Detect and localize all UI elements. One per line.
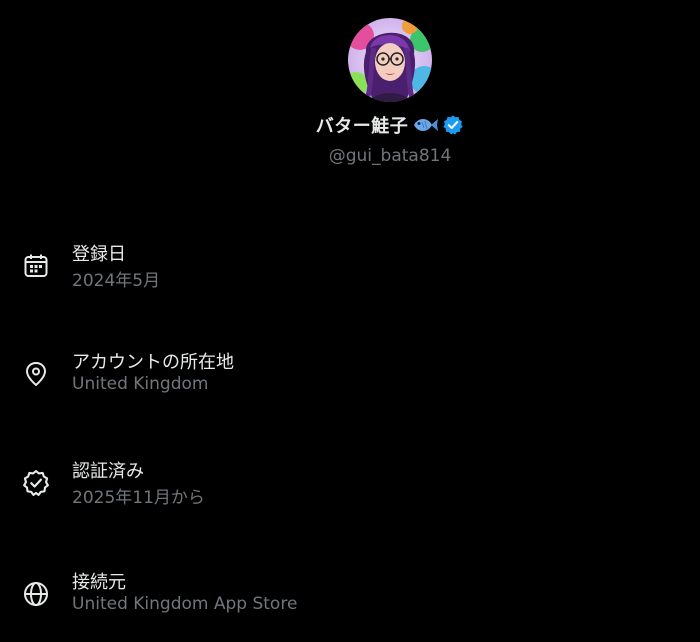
info-value-joined: 2024年5月 (72, 271, 161, 291)
info-value-verified: 2025年11月から (72, 488, 205, 508)
display-name: バター鮭子 (315, 116, 409, 137)
info-value-connected-via: United Kingdom App Store (72, 594, 298, 614)
info-row-connected-via: 接続元 United Kingdom App Store (0, 572, 700, 636)
fish-icon (412, 115, 439, 135)
info-title-joined: 登録日 (72, 244, 126, 265)
info-title-location: アカウントの所在地 (72, 352, 234, 373)
display-name-row: バター鮭子 (0, 112, 700, 138)
account-about-page: バター鮭子 @gui_bata814 登録日 2024年5月 アカウントの所在地… (0, 0, 700, 642)
info-value-location: United Kingdom (72, 374, 209, 394)
avatar[interactable] (348, 18, 432, 102)
globe-icon (22, 580, 50, 608)
info-row-joined: 登録日 2024年5月 (0, 244, 700, 308)
user-handle: @gui_bata814 (328, 146, 452, 166)
calendar-icon (22, 252, 50, 280)
info-row-location: アカウントの所在地 United Kingdom (0, 352, 700, 416)
location-pin-icon (22, 360, 50, 388)
verified-badge-outline-icon (22, 469, 50, 497)
verified-badge-icon[interactable] (442, 114, 464, 136)
info-title-verified: 認証済み (72, 461, 144, 482)
avatar-illustration (348, 18, 432, 102)
info-row-verified: 認証済み 2025年11月から (0, 461, 700, 525)
info-title-connected-via: 接続元 (72, 572, 126, 593)
